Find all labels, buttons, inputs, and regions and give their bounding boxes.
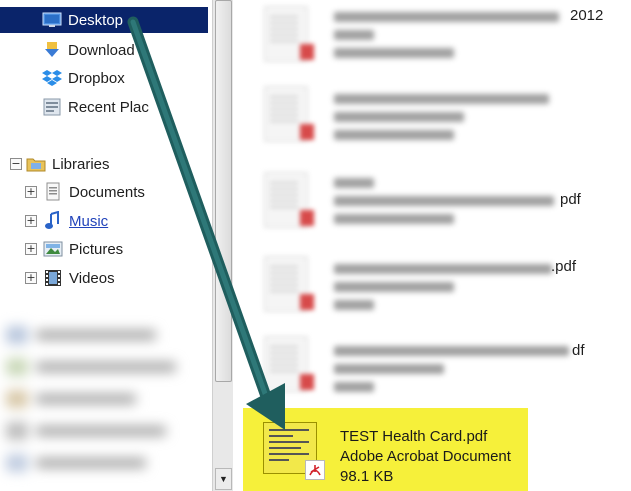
file-row[interactable]: 2012 bbox=[260, 0, 620, 70]
nav-item-desktop-label: Desktop bbox=[68, 11, 124, 29]
recent-places-icon bbox=[43, 98, 61, 116]
nav-item-downloads-label: Download bbox=[68, 41, 135, 59]
file-row[interactable]: pdf bbox=[260, 166, 620, 236]
blurred-file-details bbox=[334, 84, 564, 146]
file-size: 98.1 KB bbox=[340, 468, 394, 485]
pdf-icon bbox=[305, 460, 325, 480]
nav-item-desktop[interactable]: Desktop bbox=[0, 7, 208, 33]
pdf-thumbnail-icon bbox=[260, 172, 314, 228]
health-card-thumbnail-icon bbox=[261, 420, 325, 480]
nav-item-recent-places-label: Recent Plac bbox=[68, 98, 149, 116]
nav-item-documents-label: Documents bbox=[69, 183, 145, 201]
navigation-pane: Desktop Download Dropbox Recent Plac − L… bbox=[0, 0, 212, 491]
file-type: Adobe Acrobat Document bbox=[340, 448, 511, 465]
pictures-expand-toggle[interactable]: + bbox=[25, 243, 37, 255]
nav-item-downloads[interactable]: Download bbox=[42, 37, 135, 63]
file-name: TEST Health Card.pdf bbox=[340, 428, 488, 445]
blurred-file-details bbox=[334, 334, 569, 396]
nav-item-recent-places[interactable]: Recent Plac bbox=[42, 94, 149, 120]
nav-item-music-label: Music bbox=[69, 212, 109, 230]
music-icon bbox=[45, 211, 59, 229]
dropbox-icon bbox=[42, 70, 62, 86]
libraries-collapse-toggle[interactable]: − bbox=[10, 158, 22, 170]
nav-item-libraries[interactable]: Libraries bbox=[26, 151, 110, 177]
nav-item-dropbox-label: Dropbox bbox=[68, 69, 125, 87]
documents-icon bbox=[46, 182, 60, 201]
nav-item-libraries-label: Libraries bbox=[52, 155, 110, 173]
pictures-icon bbox=[43, 241, 63, 257]
blurred-file-details bbox=[334, 254, 564, 316]
nav-item-music[interactable]: Music bbox=[43, 208, 108, 234]
file-row[interactable] bbox=[260, 80, 620, 150]
desktop-icon bbox=[42, 12, 62, 27]
file-name-suffix: .pdf bbox=[551, 258, 577, 275]
nav-item-pictures-label: Pictures bbox=[69, 240, 124, 258]
blurred-file-details bbox=[334, 4, 564, 66]
file-row[interactable]: df bbox=[260, 330, 620, 400]
nav-item-dropbox[interactable]: Dropbox bbox=[42, 65, 125, 91]
scrollbar-thumb[interactable] bbox=[215, 0, 232, 382]
documents-expand-toggle[interactable]: + bbox=[25, 186, 37, 198]
file-name-suffix: df bbox=[572, 342, 585, 359]
highlighted-file-item[interactable]: TEST Health Card.pdf Adobe Acrobat Docum… bbox=[243, 408, 528, 491]
blurred-file-details bbox=[334, 170, 564, 232]
nav-item-pictures[interactable]: Pictures bbox=[43, 236, 123, 262]
blurred-navigation-area bbox=[0, 318, 212, 491]
nav-item-videos-label: Videos bbox=[69, 269, 115, 287]
videos-expand-toggle[interactable]: + bbox=[25, 272, 37, 284]
file-name-suffix: pdf bbox=[560, 191, 581, 208]
explorer-window: Desktop Download Dropbox Recent Plac − L… bbox=[0, 0, 631, 491]
pdf-thumbnail-icon bbox=[260, 336, 314, 392]
file-row[interactable]: .pdf bbox=[260, 250, 620, 320]
pdf-thumbnail-icon bbox=[260, 86, 314, 142]
vertical-scrollbar[interactable]: ▼ bbox=[212, 0, 233, 491]
pdf-thumbnail-icon bbox=[260, 6, 314, 62]
highlighted-file-details: TEST Health Card.pdf Adobe Acrobat Docum… bbox=[340, 427, 511, 487]
music-expand-toggle[interactable]: + bbox=[25, 215, 37, 227]
nav-item-documents[interactable]: Documents bbox=[43, 179, 145, 205]
pdf-thumbnail-icon bbox=[260, 256, 314, 312]
videos-icon bbox=[45, 270, 61, 286]
downloads-icon bbox=[45, 42, 59, 57]
scroll-down-button[interactable]: ▼ bbox=[215, 468, 232, 490]
nav-item-videos[interactable]: Videos bbox=[43, 265, 115, 291]
file-name-suffix: 2012 bbox=[570, 7, 604, 24]
libraries-folder-icon bbox=[26, 158, 46, 172]
